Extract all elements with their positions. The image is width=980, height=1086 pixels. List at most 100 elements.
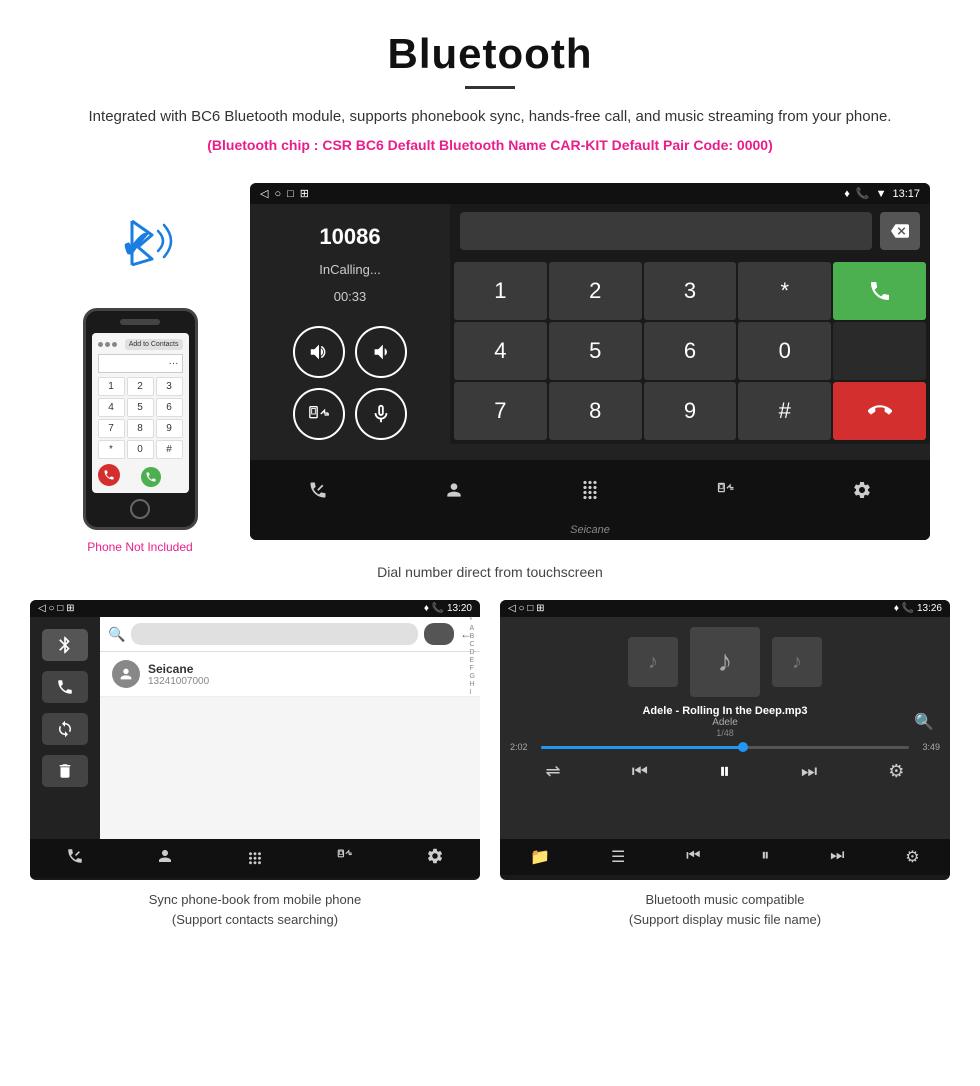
pb-search-bar: 🔍 ←	[100, 617, 480, 652]
numpad-end-button[interactable]	[833, 382, 926, 440]
music-system-icons: ♦ 📞 13:26	[894, 603, 942, 614]
bottom-transfer-icon[interactable]	[706, 470, 746, 510]
pb-bottom-calls-icon[interactable]	[66, 847, 84, 870]
pb-search-input[interactable]	[131, 623, 418, 645]
bt-sidebar-icon[interactable]	[42, 629, 88, 661]
dial-status-text: InCalling...	[319, 262, 380, 277]
music-bottom-next-icon[interactable]: ⏭	[830, 847, 844, 867]
bottom-settings-icon[interactable]	[842, 470, 882, 510]
dial-delete-button[interactable]	[880, 212, 920, 250]
pb-bottom-dialpad-icon[interactable]	[246, 847, 264, 870]
bottom-dialpad-icon[interactable]	[570, 470, 610, 510]
settings-icon	[852, 480, 872, 500]
phone-action-row	[98, 464, 183, 487]
dial-input-row	[450, 204, 930, 258]
music-progress-fill	[541, 746, 743, 749]
pb-bottom-contacts-icon[interactable]	[156, 847, 174, 870]
phone-illustration: ✔ Add to Contacts	[50, 183, 230, 554]
bottom-row: ◁ ○ □ ⊞ ♦ 📞 13:20	[0, 600, 980, 949]
add-contact-btn: Add to Contacts	[125, 339, 183, 350]
phone-call-btn	[141, 467, 161, 487]
sync-sidebar-icon[interactable]	[42, 713, 88, 745]
bottom-calls-icon[interactable]	[298, 470, 338, 510]
dial-input-field[interactable]	[460, 212, 872, 250]
numpad-key-empty1	[833, 322, 926, 380]
music-screenshot: ◁ ○ □ ⊞ ♦ 📞 13:26 ♪ ♪ ♪	[500, 600, 950, 880]
numpad-call-button[interactable]	[833, 262, 926, 320]
recent-nav-icon: □	[287, 188, 294, 200]
call-icon	[145, 471, 157, 483]
sync-icon	[56, 720, 74, 738]
music-equalizer-button[interactable]: ⚙	[888, 761, 904, 782]
dial-right-panel: 1 2 3 * 4 5 6 0 7 8 9 #	[450, 204, 930, 460]
volume-up-button[interactable]	[293, 326, 345, 378]
music-current-time: 2:02	[510, 742, 535, 752]
music-search-icon[interactable]: 🔍	[914, 712, 934, 732]
pb-contact-info: Seicane 13241007000	[148, 662, 209, 687]
pb-contact-name: Seicane	[148, 662, 209, 676]
back-nav-icon: ◁	[260, 187, 268, 200]
key-3: 3	[156, 377, 183, 396]
status-nav-icons: ◁ ○ □ ⊞	[260, 187, 309, 200]
numpad-key-hash[interactable]: #	[738, 382, 831, 440]
phonebook-caption: Sync phone-book from mobile phone (Suppo…	[30, 890, 480, 929]
transfer-icon	[308, 403, 330, 425]
numpad-key-8[interactable]: 8	[549, 382, 642, 440]
delete-sidebar-icon[interactable]	[42, 755, 88, 787]
music-title-area: Adele - Rolling In the Deep.mp3 Adele 1/…	[642, 705, 807, 738]
music-shuffle-button[interactable]: ⇌	[546, 761, 561, 782]
key-4: 4	[98, 398, 125, 417]
numpad-key-3[interactable]: 3	[644, 262, 737, 320]
music-bottom-folder-icon[interactable]: 📁	[530, 847, 550, 867]
phone-sidebar-icon[interactable]	[42, 671, 88, 703]
transfer-call-button[interactable]	[293, 388, 345, 440]
bottom-contacts-icon[interactable]	[434, 470, 474, 510]
numpad-key-5[interactable]: 5	[549, 322, 642, 380]
numpad-key-0[interactable]: 0	[738, 322, 831, 380]
phone-mockup: Add to Contacts ··· 1 2 3 4 5 6 7 8 9 * …	[83, 308, 198, 530]
music-bottom-bar: 📁 ☰ ⏮ ⏸ ⏭ ⚙	[500, 839, 950, 875]
dialpad-icon	[580, 480, 600, 500]
music-prev-button[interactable]: ⏮	[632, 761, 648, 782]
music-progress-dot	[738, 742, 748, 752]
dial-left-panel: 10086 InCalling... 00:33	[250, 204, 450, 460]
music-total-time: 3:49	[915, 742, 940, 752]
clock-display: 13:17	[892, 188, 920, 200]
music-bottom-list-icon[interactable]: ☰	[611, 847, 625, 867]
pb-bottom-transfer-icon[interactable]	[336, 847, 354, 870]
menu-nav-icon: ⊞	[300, 187, 309, 200]
numpad-key-6[interactable]: 6	[644, 322, 737, 380]
contacts-icon	[444, 480, 464, 500]
call-status-icon: 📞	[856, 187, 870, 200]
music-play-pause-button[interactable]: ⏸	[719, 758, 730, 784]
music-time-row: 2:02 3:49	[510, 742, 940, 752]
numpad-key-star[interactable]: *	[738, 262, 831, 320]
music-progress-bar[interactable]	[541, 746, 909, 749]
numpad-key-2[interactable]: 2	[549, 262, 642, 320]
music-next-button[interactable]: ⏭	[801, 761, 817, 782]
pb-content: 🔍 ← Seicane 13241007000	[30, 617, 480, 839]
numpad-key-1[interactable]: 1	[454, 262, 547, 320]
music-bottom-settings-icon[interactable]: ⚙	[905, 847, 919, 867]
pb-contact-number: 13241007000	[148, 676, 209, 687]
pb-contact-row[interactable]: Seicane 13241007000	[100, 652, 480, 697]
title-divider	[465, 86, 515, 89]
mute-button[interactable]	[355, 388, 407, 440]
pb-bottom-settings-icon[interactable]	[426, 847, 444, 870]
bluetooth-sidebar-icon	[55, 635, 75, 655]
music-bottom-prev-icon[interactable]: ⏮	[686, 847, 700, 867]
microphone-icon	[370, 403, 392, 425]
volume-down-button[interactable]	[355, 326, 407, 378]
pb-main: 🔍 ← Seicane 13241007000	[100, 617, 480, 839]
pb-system-icons: ♦ 📞 13:20	[424, 603, 472, 614]
dial-status-bar: ◁ ○ □ ⊞ ♦ 📞 ▼ 13:17	[250, 183, 930, 204]
pb-sidebar	[30, 617, 100, 839]
numpad-key-7[interactable]: 7	[454, 382, 547, 440]
phonebook-item: ◁ ○ □ ⊞ ♦ 📞 13:20	[30, 600, 480, 929]
dial-number: 10086	[319, 224, 380, 250]
numpad-key-9[interactable]: 9	[644, 382, 737, 440]
volume-down-icon	[370, 341, 392, 363]
dial-screen-container: ◁ ○ □ ⊞ ♦ 📞 ▼ 13:17 10086 InCalling... 0…	[250, 183, 930, 540]
numpad-key-4[interactable]: 4	[454, 322, 547, 380]
music-bottom-play-icon[interactable]: ⏸	[761, 847, 769, 867]
